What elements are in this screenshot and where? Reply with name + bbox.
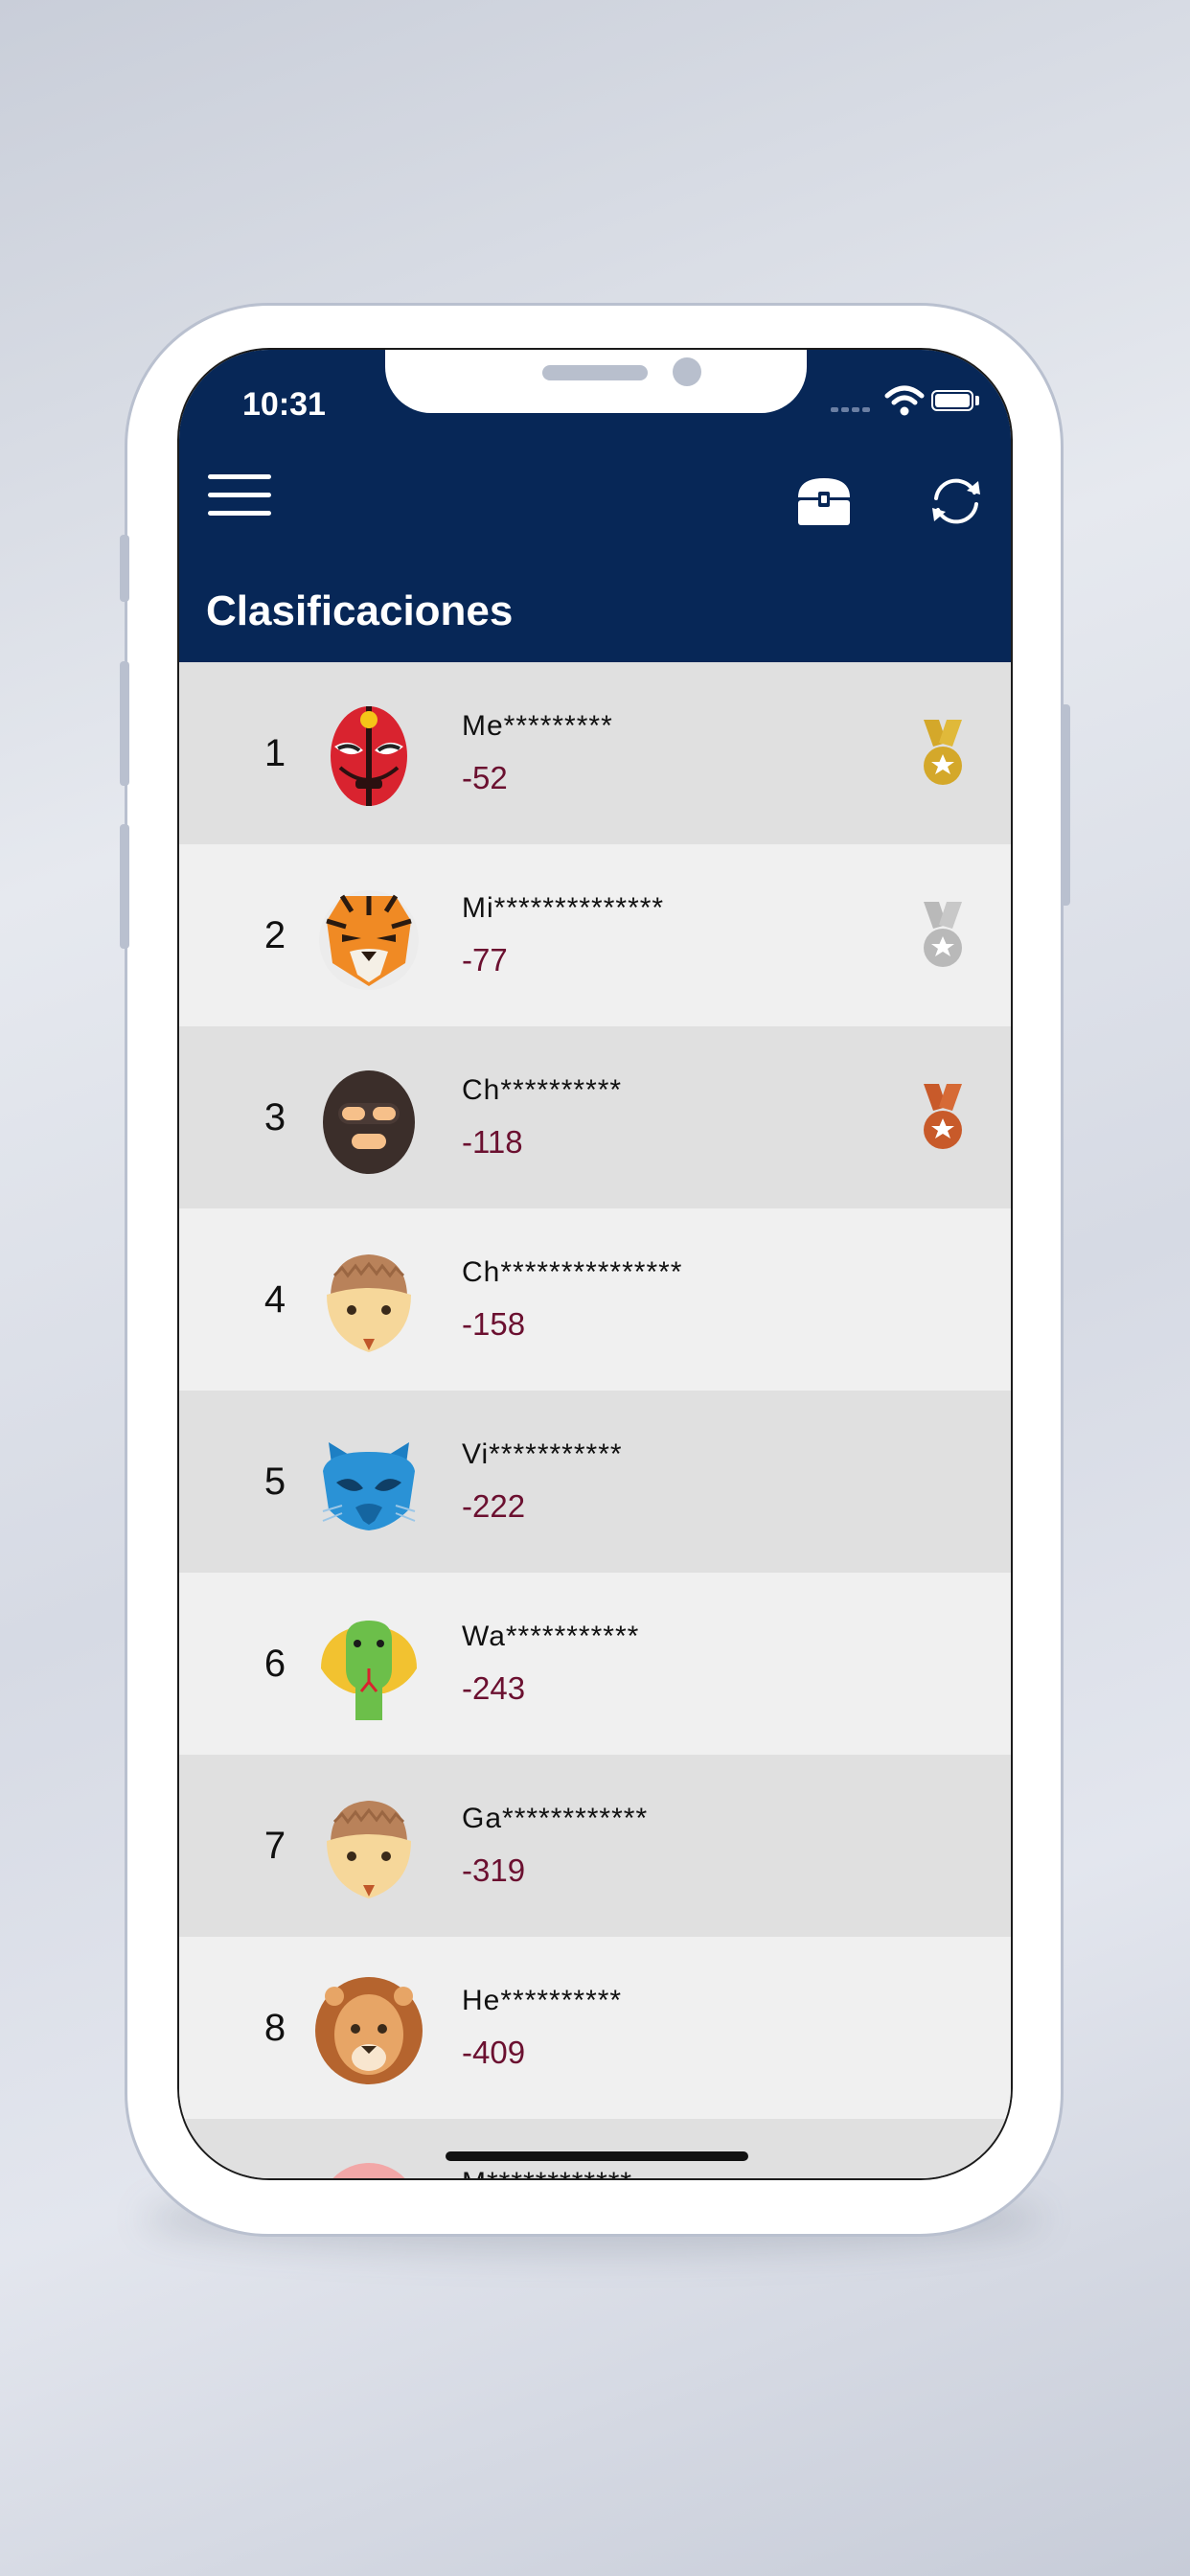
player-score: -77 bbox=[462, 942, 508, 978]
volume-down-button bbox=[120, 824, 129, 949]
leaderboard-row[interactable]: 8 He********** -409 bbox=[179, 1937, 1011, 2119]
front-camera bbox=[673, 357, 701, 386]
speaker-grille bbox=[542, 365, 648, 380]
device-notch bbox=[385, 350, 807, 413]
hamburger-menu-button[interactable] bbox=[208, 474, 271, 524]
player-name: Wa*********** bbox=[462, 1621, 640, 1652]
player-name: Ga************ bbox=[462, 1803, 649, 1834]
hedgehog-mask-icon bbox=[327, 1254, 411, 1352]
player-name: M************ bbox=[462, 2167, 632, 2178]
player-name: He********** bbox=[462, 1985, 623, 2016]
player-score: -409 bbox=[462, 2035, 526, 2070]
lion-mask-icon bbox=[315, 1977, 423, 2084]
leaderboard-row[interactable]: 6 Wa*********** -243 bbox=[179, 1573, 1011, 1755]
leaderboard-row[interactable]: M************ bbox=[179, 2119, 1011, 2178]
rank-number: 8 bbox=[263, 2007, 286, 2049]
rank-number: 1 bbox=[263, 732, 286, 774]
leaderboard-row[interactable]: 5 Vi*********** -222 bbox=[179, 1391, 1011, 1573]
player-name: Ch********** bbox=[462, 1074, 623, 1106]
mute-switch bbox=[120, 535, 129, 602]
bronze-medal-icon bbox=[924, 1084, 962, 1149]
player-name: Ch*************** bbox=[462, 1256, 683, 1288]
app-screen: 10:31 Clasificaciones 1 Me********* -52 … bbox=[177, 348, 1013, 2180]
pink-mask-icon bbox=[332, 2163, 405, 2178]
rank-number: 5 bbox=[263, 1460, 286, 1503]
leaderboard-row[interactable]: 4 Ch*************** -158 bbox=[179, 1208, 1011, 1391]
gold-medal-icon bbox=[924, 720, 962, 785]
player-score: -222 bbox=[462, 1488, 526, 1524]
player-score: -319 bbox=[462, 1852, 526, 1888]
hedgehog-mask-icon bbox=[327, 1801, 411, 1898]
player-score: -158 bbox=[462, 1306, 526, 1342]
blue-cat-mask-icon bbox=[322, 1442, 416, 1530]
rank-number: 7 bbox=[263, 1825, 286, 1867]
treasure-chest-button[interactable] bbox=[792, 472, 856, 530]
volume-up-button bbox=[120, 661, 129, 786]
home-indicator[interactable] bbox=[446, 2151, 748, 2161]
leaderboard-row[interactable]: 3 Ch********** -118 bbox=[179, 1026, 1011, 1208]
battery-icon bbox=[931, 390, 973, 411]
player-name: Mi************** bbox=[462, 892, 665, 924]
cellular-signal-icon bbox=[831, 400, 873, 417]
tiger-mask-icon bbox=[319, 890, 419, 990]
cobra-mask-icon bbox=[321, 1621, 417, 1720]
leaderboard-list: 1 Me********* -52 2 Mi************** -77… bbox=[179, 662, 1011, 2178]
player-score: -52 bbox=[462, 760, 508, 795]
leaderboard-row[interactable]: 1 Me********* -52 bbox=[179, 662, 1011, 844]
battery-tip bbox=[975, 396, 979, 405]
rank-number: 4 bbox=[263, 1278, 286, 1321]
rank-number: 6 bbox=[263, 1643, 286, 1685]
player-name: Vi*********** bbox=[462, 1438, 623, 1470]
status-time: 10:31 bbox=[242, 386, 326, 423]
rank-number: 2 bbox=[263, 914, 286, 956]
player-name: Me********* bbox=[462, 710, 613, 742]
page-title: Clasificaciones bbox=[206, 587, 514, 634]
player-score: -118 bbox=[462, 1124, 523, 1160]
refresh-button[interactable] bbox=[925, 470, 988, 533]
balaclava-mask-icon bbox=[323, 1070, 415, 1174]
rank-number: 3 bbox=[263, 1096, 286, 1138]
power-button bbox=[1061, 704, 1070, 906]
wifi-icon bbox=[884, 385, 925, 416]
leaderboard-row[interactable]: 7 Ga************ -319 bbox=[179, 1755, 1011, 1937]
silver-medal-icon bbox=[924, 902, 962, 967]
rank-number bbox=[246, 2119, 304, 2178]
leaderboard-row[interactable]: 2 Mi************** -77 bbox=[179, 844, 1011, 1026]
red-luchador-mask-icon bbox=[331, 706, 407, 806]
player-score: -243 bbox=[462, 1670, 526, 1706]
